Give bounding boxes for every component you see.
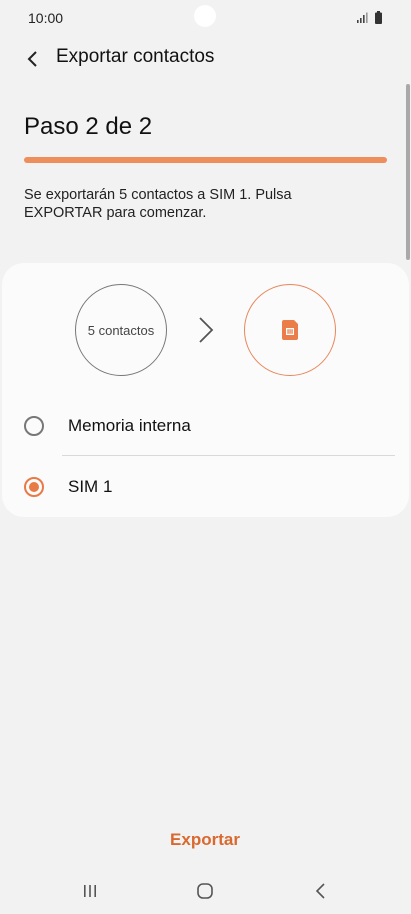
- target-circle: [244, 284, 336, 376]
- step-label: Paso 2 de 2: [24, 113, 153, 140]
- export-button[interactable]: Exportar: [150, 826, 260, 854]
- page-title: Exportar contactos: [56, 46, 215, 67]
- progress-bar: [24, 157, 387, 163]
- app-bar: Exportar contactos: [0, 38, 411, 78]
- source-circle: 5 contactos: [75, 284, 167, 376]
- radio-button-selected[interactable]: [24, 477, 44, 497]
- option-sim-1[interactable]: SIM 1: [2, 459, 409, 515]
- description-text: Se exportarán 5 contactos a SIM 1. Pulsa…: [24, 187, 292, 221]
- navigation-bar: [0, 868, 411, 914]
- battery-icon: [375, 11, 382, 24]
- radio-button[interactable]: [24, 416, 44, 436]
- option-label: SIM 1: [68, 477, 113, 496]
- option-internal-memory[interactable]: Memoria interna: [2, 398, 409, 454]
- option-label: Memoria interna: [68, 416, 191, 435]
- scrollbar[interactable]: [406, 84, 410, 260]
- home-icon[interactable]: [195, 881, 215, 901]
- chevron-left-icon: [27, 51, 37, 67]
- chevron-right-icon: [199, 317, 214, 343]
- signal-icon: [357, 12, 368, 23]
- divider: [62, 455, 395, 456]
- back-button[interactable]: [18, 44, 48, 74]
- recents-icon[interactable]: [80, 881, 100, 901]
- export-card: 5 contactos Memoria interna SIM 1: [2, 263, 409, 517]
- sim-card-icon: [282, 320, 298, 340]
- camera-cutout: [194, 5, 216, 27]
- back-icon[interactable]: [311, 881, 331, 901]
- status-time: 10:00: [28, 10, 64, 26]
- status-bar: 10:00: [0, 0, 411, 36]
- source-label: 5 contactos: [87, 322, 155, 338]
